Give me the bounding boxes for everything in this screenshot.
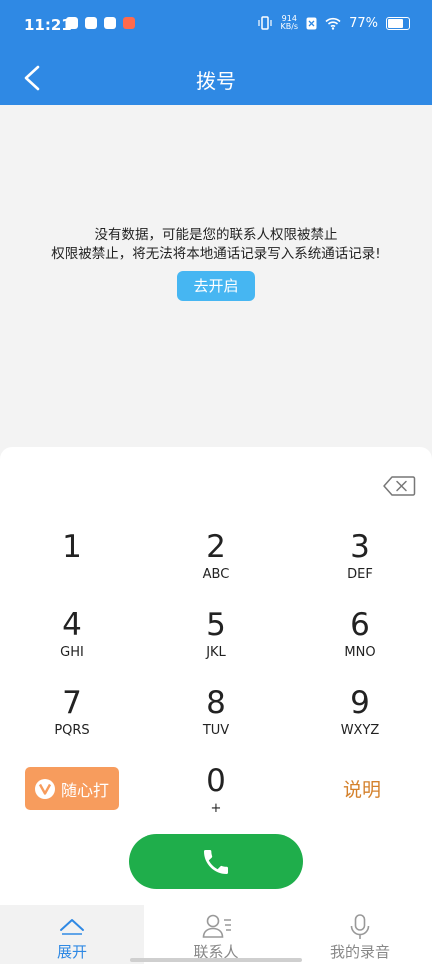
tab-contacts[interactable]: 联系人 [144, 905, 288, 964]
key-digit: 1 [62, 529, 82, 565]
phone-icon [204, 849, 228, 874]
status-right: 914 KB/s 77% [258, 15, 410, 31]
tab-expand-label: 展开 [56, 943, 87, 961]
key-digit: 3 [350, 529, 370, 565]
key-letters: + [210, 801, 222, 816]
key-8[interactable]: 8 TUV [161, 685, 271, 755]
key-letters: WXYZ [340, 723, 380, 738]
vibrate-icon [258, 16, 273, 30]
key-5[interactable]: 5 JKL [161, 607, 271, 677]
backspace-icon [383, 476, 416, 496]
empty-message-line1: 没有数据，可能是您的联系人权限被禁止 [94, 227, 338, 243]
app-notification-icon [85, 17, 97, 29]
random-call-label: 随心打 [61, 780, 110, 800]
key-letters: GHI [60, 645, 84, 660]
status-bar: 11:21 914 KB/s 77% [0, 0, 432, 50]
key-2[interactable]: 2 ABC [161, 529, 271, 599]
delete-button[interactable] [382, 475, 416, 497]
contacts-icon [202, 914, 231, 938]
mail-notification-icon [104, 17, 116, 29]
red-app-notification-icon [123, 17, 135, 29]
battery-percent: 77% [349, 15, 378, 31]
notification-icons [66, 17, 135, 29]
key-letters: DEF [347, 567, 373, 582]
bottom-tab-bar: 展开 联系人 我的录音 [0, 905, 432, 964]
key-4[interactable]: 4 GHI [17, 607, 127, 677]
battery-icon [386, 16, 410, 30]
chevron-up-icon [60, 919, 84, 935]
key-digit: 9 [350, 685, 370, 721]
tab-recordings[interactable]: 我的录音 [288, 905, 432, 964]
status-time: 11:21 [24, 16, 72, 34]
page-title: 拨号 [196, 69, 236, 93]
key-3[interactable]: 3 DEF [305, 529, 415, 599]
enable-permission-button[interactable]: 去开启 [177, 271, 255, 301]
empty-state-panel: 没有数据，可能是您的联系人权限被禁止 权限被禁止，将无法将本地通话记录写入系统通… [0, 105, 432, 447]
random-call-button[interactable]: 随心打 [25, 767, 119, 810]
net-speed: 914 KB/s [280, 15, 298, 31]
key-digit: 2 [206, 529, 226, 565]
net-speed-unit: KB/s [280, 22, 299, 31]
key-digit: 6 [350, 607, 370, 643]
key-digit: 0 [206, 763, 226, 799]
explain-button[interactable]: 说明 [327, 775, 397, 802]
key-letters: MNO [344, 645, 376, 660]
wifi-icon [325, 17, 341, 30]
key-0[interactable]: 0 + [161, 763, 271, 833]
shield-notification-icon [66, 17, 78, 29]
home-indicator[interactable] [130, 958, 302, 962]
microphone-icon [350, 914, 370, 939]
key-digit: 5 [206, 607, 226, 643]
key-digit: 8 [206, 685, 226, 721]
key-7[interactable]: 7 PQRS [17, 685, 127, 755]
key-letters: PQRS [54, 723, 90, 738]
key-digit: 4 [62, 607, 82, 643]
top-navbar: 拨号 [0, 50, 432, 105]
call-button[interactable] [129, 834, 303, 889]
sim-icon [306, 17, 317, 29]
key-digit: 7 [62, 685, 82, 721]
key-letters: TUV [202, 723, 230, 738]
tab-recordings-label: 我的录音 [329, 943, 390, 961]
key-1[interactable]: 1 [17, 529, 127, 599]
key-letters: ABC [202, 567, 230, 582]
tab-expand[interactable]: 展开 [0, 905, 144, 964]
v-badge-icon [35, 778, 55, 799]
empty-message-line2: 权限被禁止，将无法将本地通话记录写入系统通话记录! [51, 246, 381, 262]
key-9[interactable]: 9 WXYZ [305, 685, 415, 755]
key-6[interactable]: 6 MNO [305, 607, 415, 677]
dial-pad: 1 2 ABC 3 DEF 4 GHI 5 JKL 6 MNO 7 PQRS 8 TUV 9 W… [0, 447, 432, 905]
key-letters: JKL [206, 645, 226, 660]
